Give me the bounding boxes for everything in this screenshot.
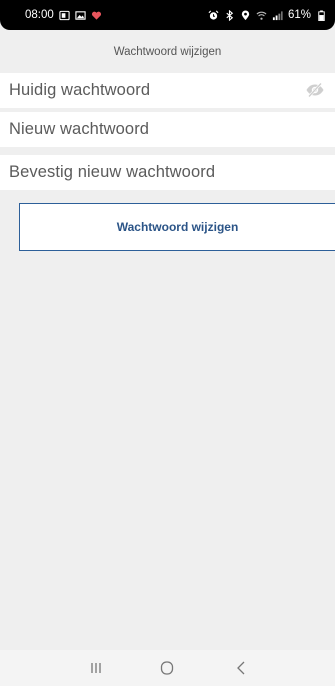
- status-bar: 08:00 61%: [0, 0, 335, 30]
- recents-icon[interactable]: [86, 659, 106, 677]
- status-bar-right: 61%: [208, 7, 327, 23]
- signal-icon: [272, 10, 283, 21]
- back-icon[interactable]: [231, 659, 251, 677]
- current-password-field[interactable]: Huidig wachtwoord: [0, 73, 335, 108]
- page-title: Wachtwoord wijzigen: [113, 46, 222, 58]
- status-bar-left: 08:00: [25, 7, 102, 23]
- battery-percentage: 61%: [287, 9, 311, 21]
- image-icon: [75, 10, 86, 21]
- new-password-placeholder: Nieuw wachtwoord: [9, 120, 150, 138]
- eye-hidden-icon[interactable]: [305, 82, 325, 98]
- new-password-field[interactable]: Nieuw wachtwoord: [0, 112, 335, 147]
- alarm-icon: [208, 10, 219, 21]
- home-icon[interactable]: [157, 659, 177, 677]
- confirm-password-placeholder: Bevestig nieuw wachtwoord: [9, 163, 216, 181]
- confirm-password-field[interactable]: Bevestig nieuw wachtwoord: [0, 155, 335, 190]
- screen-mirror-icon: [59, 10, 70, 21]
- current-password-placeholder: Huidig wachtwoord: [9, 81, 151, 99]
- location-icon: [240, 9, 251, 21]
- navigation-bar: [0, 650, 335, 686]
- bluetooth-icon: [224, 9, 235, 21]
- change-password-button[interactable]: Wachtwoord wijzigen: [19, 203, 335, 251]
- wifi-icon: [256, 10, 267, 21]
- battery-icon: [316, 9, 327, 21]
- phone-screen: 08:00 61% Wachtwoord wijzigen Huidig wac…: [0, 0, 335, 686]
- status-time: 08:00: [25, 9, 54, 21]
- heart-icon: [91, 10, 102, 21]
